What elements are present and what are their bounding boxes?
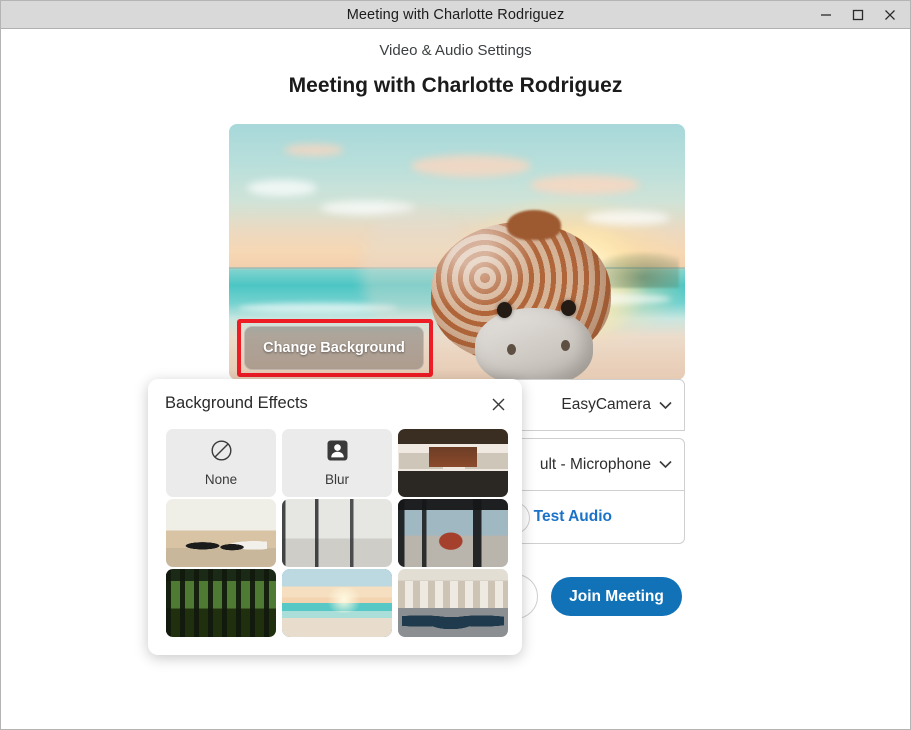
window-controls [810, 1, 906, 29]
change-background-button[interactable]: Change Background [244, 326, 424, 370]
background-tile-stone-arches[interactable] [398, 569, 508, 637]
thumbnail-image [398, 429, 508, 497]
page-subtitle: Video & Audio Settings [379, 42, 532, 59]
background-tile-none[interactable]: None [166, 429, 276, 497]
thumbnail-image [398, 499, 508, 567]
subject-tuft [507, 210, 562, 241]
subject-snout [475, 308, 594, 380]
background-effects-grid: None Blur [166, 429, 508, 637]
maximize-icon[interactable] [842, 1, 874, 29]
background-tile-blur[interactable]: Blur [282, 429, 392, 497]
thumbnail-image [282, 569, 392, 637]
background-effects-header: Background Effects [148, 379, 522, 427]
app-window: Meeting with Charlotte Rodriguez Video &… [0, 0, 911, 730]
minimize-icon[interactable] [810, 1, 842, 29]
join-meeting-button[interactable]: Join Meeting [551, 577, 682, 616]
chevron-down-icon [659, 398, 672, 413]
thumbnail-detail [402, 608, 504, 635]
background-effects-panel: Background Effects None Blur [148, 379, 522, 655]
background-tile-modern-office[interactable] [398, 499, 508, 567]
camera-select-label: EasyCamera [561, 396, 651, 413]
background-tile-none-label: None [204, 472, 238, 487]
camera-subject [361, 206, 641, 380]
thumbnail-image [166, 569, 276, 637]
background-effects-title: Background Effects [165, 393, 308, 412]
person-blur-icon [326, 439, 349, 467]
background-tile-office-lobby[interactable] [398, 429, 508, 497]
thumbnail-image [282, 499, 392, 567]
close-icon[interactable] [874, 1, 906, 29]
background-tile-blur-label: Blur [324, 472, 349, 487]
video-preview[interactable]: Change Background [229, 124, 685, 380]
microphone-select-label: ult - Microphone [539, 455, 651, 473]
thumbnail-image [398, 569, 508, 637]
chevron-down-icon [659, 457, 672, 472]
test-audio-link[interactable]: Test Audio [534, 508, 612, 526]
background-tile-forest[interactable] [166, 569, 276, 637]
background-tile-living-room[interactable] [166, 499, 276, 567]
cloud [411, 154, 532, 177]
window-title: Meeting with Charlotte Rodriguez [346, 6, 565, 23]
page-title: Meeting with Charlotte Rodriguez [288, 74, 623, 97]
window-titlebar: Meeting with Charlotte Rodriguez [1, 1, 910, 29]
background-tile-beach-sunset[interactable] [282, 569, 392, 637]
close-icon[interactable] [488, 394, 508, 414]
thumbnail-image [166, 499, 276, 567]
no-entry-icon [210, 439, 233, 467]
background-tile-glass-hallway[interactable] [282, 499, 392, 567]
